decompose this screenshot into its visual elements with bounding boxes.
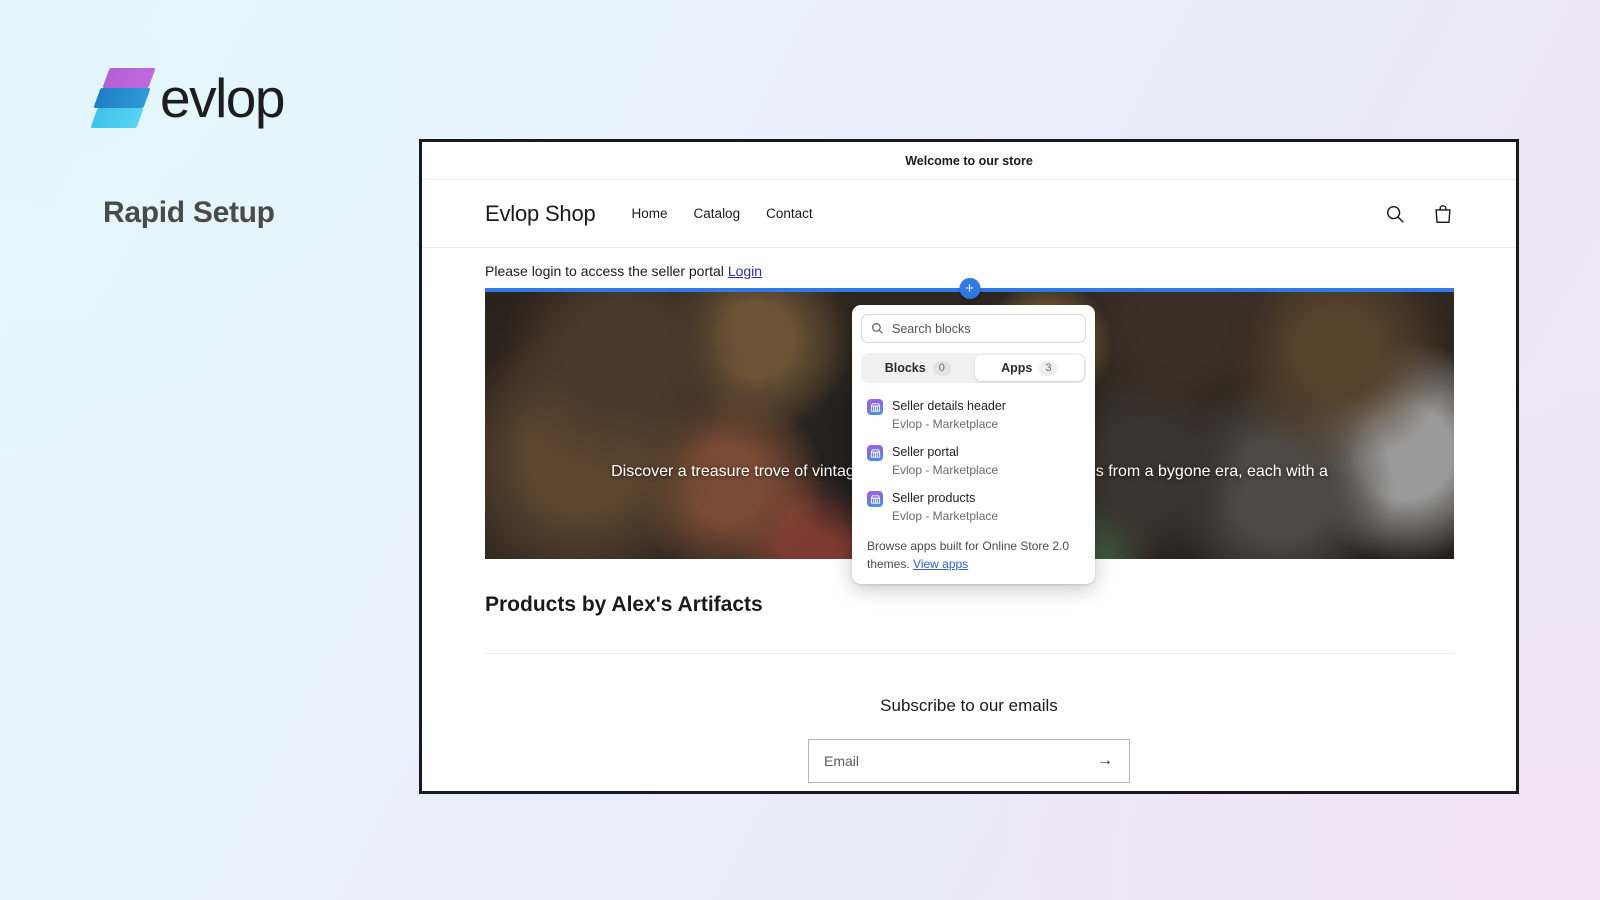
page-title: Rapid Setup (103, 196, 275, 230)
search-icon[interactable] (1384, 203, 1406, 225)
list-item-title: Seller products (892, 489, 998, 507)
storefront-app-icon (867, 399, 883, 415)
announcement-bar: Welcome to our store (422, 142, 1516, 180)
logo-bar-cyan (90, 108, 143, 128)
list-item-text: Seller products Evlop - Marketplace (892, 489, 998, 525)
store-header: Evlop Shop Home Catalog Contact (422, 180, 1516, 248)
email-field[interactable] (824, 753, 1095, 769)
evlop-logo-bars-icon (92, 62, 154, 134)
store-nav: Home Catalog Contact (632, 206, 813, 221)
store-footer: Subscribe to our emails → (422, 654, 1516, 783)
login-link[interactable]: Login (728, 263, 762, 279)
storefront-app-icon (867, 445, 883, 461)
store-name[interactable]: Evlop Shop (485, 201, 596, 227)
logo-wordmark: evlop (160, 71, 284, 126)
search-icon (871, 322, 884, 335)
logo-bar-purple (102, 68, 155, 88)
tab-blocks-label: Blocks (885, 361, 926, 375)
list-item[interactable]: Seller portal Evlop - Marketplace (861, 438, 1086, 484)
evlop-logo: evlop (92, 62, 284, 134)
tab-blocks[interactable]: Blocks 0 (863, 355, 973, 381)
newsletter-form: → (808, 739, 1130, 783)
tab-blocks-count: 0 (933, 361, 951, 376)
search-blocks-input[interactable] (892, 322, 1076, 336)
popover-footer: Browse apps built for Online Store 2.0 t… (861, 530, 1086, 574)
app-block-list: Seller details header Evlop - Marketplac… (861, 392, 1086, 530)
tab-apps-label: Apps (1001, 361, 1032, 375)
products-heading: Products by Alex's Artifacts (485, 593, 1454, 654)
popover-tab-bar: Blocks 0 Apps 3 (861, 353, 1086, 383)
announcement-text: Welcome to our store (905, 154, 1033, 168)
logo-bar-blue (93, 88, 150, 108)
list-item-title: Seller portal (892, 443, 998, 461)
cart-icon[interactable] (1432, 203, 1454, 225)
nav-item-catalog[interactable]: Catalog (694, 206, 741, 221)
storefront-app-icon (867, 491, 883, 507)
arrow-right-icon[interactable]: → (1095, 752, 1115, 770)
list-item-text: Seller portal Evlop - Marketplace (892, 443, 998, 479)
nav-item-contact[interactable]: Contact (766, 206, 813, 221)
search-blocks-row (861, 314, 1086, 343)
list-item[interactable]: Seller details header Evlop - Marketplac… (861, 392, 1086, 438)
login-notice-text: Please login to access the seller portal (485, 263, 724, 279)
left-branding-panel: evlop Rapid Setup (0, 0, 420, 900)
list-item-text: Seller details header Evlop - Marketplac… (892, 397, 1006, 433)
add-section-button[interactable]: + (959, 278, 980, 299)
tab-apps[interactable]: Apps 3 (975, 355, 1085, 381)
add-block-popover: Blocks 0 Apps 3 Seller details header Ev… (852, 305, 1095, 584)
header-actions (1384, 203, 1454, 225)
list-item-title: Seller details header (892, 397, 1006, 415)
view-apps-link[interactable]: View apps (913, 557, 968, 571)
nav-item-home[interactable]: Home (632, 206, 668, 221)
list-item-subtitle: Evlop - Marketplace (892, 415, 1006, 433)
newsletter-title: Subscribe to our emails (422, 696, 1516, 716)
list-item[interactable]: Seller products Evlop - Marketplace (861, 484, 1086, 530)
tab-apps-count: 3 (1039, 361, 1057, 376)
list-item-subtitle: Evlop - Marketplace (892, 507, 998, 525)
list-item-subtitle: Evlop - Marketplace (892, 461, 998, 479)
